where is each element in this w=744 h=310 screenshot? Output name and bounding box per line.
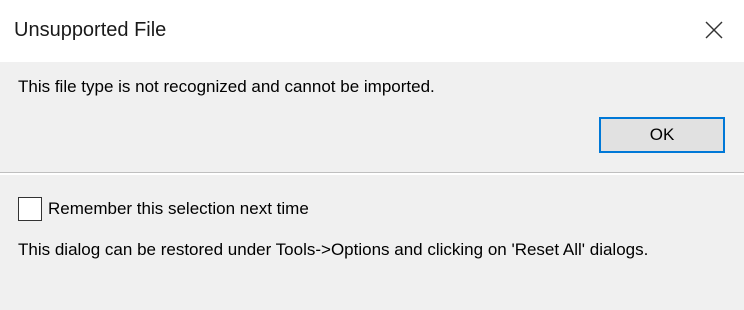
footer-panel: Remember this selection next time This d… [0,175,744,310]
restore-dialog-note: This dialog can be restored under Tools-… [18,240,649,259]
remember-selection-checkbox[interactable] [18,197,42,221]
remember-selection-option[interactable]: Remember this selection next time [18,197,309,221]
remember-selection-label: Remember this selection next time [48,199,309,218]
dialog-title: Unsupported File [14,19,167,41]
close-button[interactable] [684,0,744,60]
ok-button[interactable]: OK [599,117,725,153]
unsupported-file-dialog: Unsupported File This file type is not r… [0,0,744,310]
dialog-message: This file type is not recognized and can… [18,77,435,96]
message-panel: This file type is not recognized and can… [0,62,744,172]
close-icon [704,20,724,40]
dialog-titlebar: Unsupported File [0,0,744,62]
